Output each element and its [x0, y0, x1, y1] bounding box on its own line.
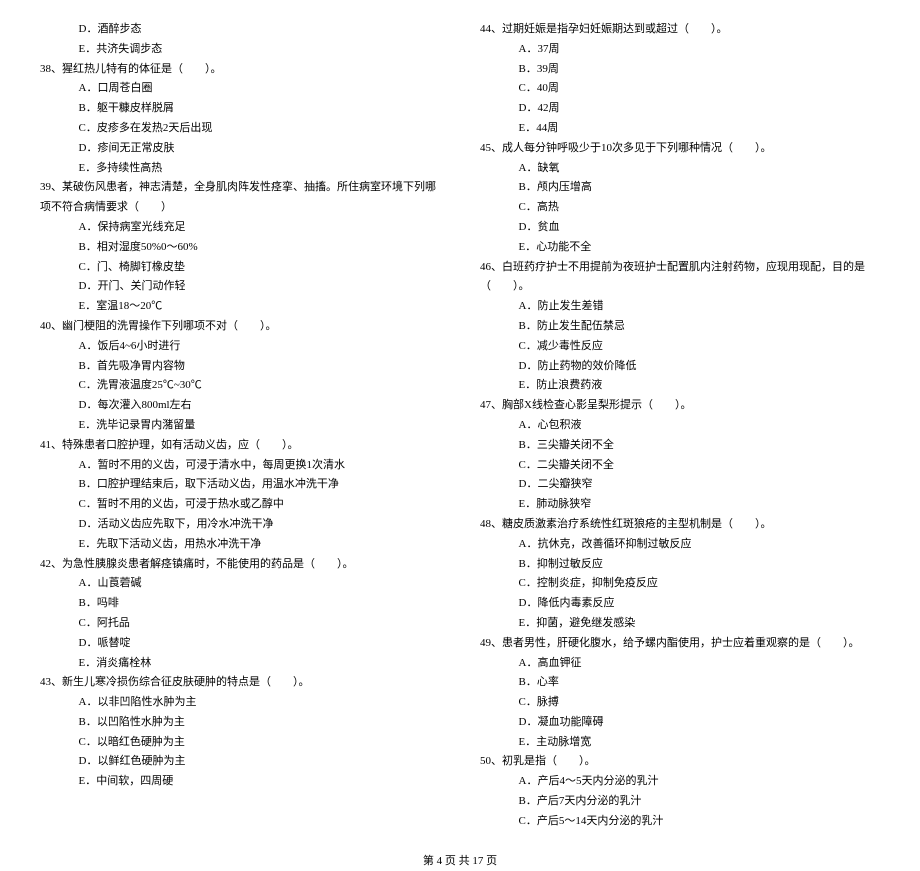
question-40: 40、幽门梗阻的洗胃操作下列哪项不对（ ）。 — [40, 317, 440, 337]
q45-opt-e: E．心功能不全 — [480, 238, 880, 258]
question-46: 46、白班药疗护士不用提前为夜班护士配置肌内注射药物，应现用现配，目的是（ ）。 — [480, 258, 880, 298]
q41-opt-d: D．活动义齿应先取下，用冷水冲洗干净 — [40, 515, 440, 535]
q39-opt-e: E．室温18～20℃ — [40, 297, 440, 317]
question-50: 50、初乳是指（ ）。 — [480, 752, 880, 772]
q50-opt-c: C．产后5～14天内分泌的乳汁 — [480, 812, 880, 832]
q50-opt-b: B．产后7天内分泌的乳汁 — [480, 792, 880, 812]
q46-opt-c: C．减少毒性反应 — [480, 337, 880, 357]
q40-opt-b: B．首先吸净胃内容物 — [40, 357, 440, 377]
q38-opt-e: E．多持续性高热 — [40, 159, 440, 179]
option-d: D．酒醉步态 — [40, 20, 440, 40]
question-38: 38、猩红热儿特有的体征是（ ）。 — [40, 60, 440, 80]
q47-opt-d: D．二尖瓣狭窄 — [480, 475, 880, 495]
question-45: 45、成人每分钟呼吸少于10次多见于下列哪种情况（ ）。 — [480, 139, 880, 159]
q47-opt-e: E．肺动脉狭窄 — [480, 495, 880, 515]
q47-opt-c: C．二尖瓣关闭不全 — [480, 456, 880, 476]
q42-opt-b: B．吗啡 — [40, 594, 440, 614]
q39-opt-b: B．相对湿度50%0～60% — [40, 238, 440, 258]
question-49: 49、患者男性，肝硬化腹水，给予螺内酯使用，护士应着重观察的是（ ）。 — [480, 634, 880, 654]
q44-opt-c: C．40周 — [480, 79, 880, 99]
q44-opt-b: B．39周 — [480, 60, 880, 80]
page-footer: 第 4 页 共 17 页 — [40, 852, 880, 871]
q43-opt-a: A．以非凹陷性水肿为主 — [40, 693, 440, 713]
question-48: 48、糖皮质激素治疗系统性红斑狼疮的主型机制是（ ）。 — [480, 515, 880, 535]
q47-opt-b: B．三尖瓣关闭不全 — [480, 436, 880, 456]
q44-opt-e: E．44周 — [480, 119, 880, 139]
q48-opt-c: C．控制炎症，抑制免疫反应 — [480, 574, 880, 594]
q39-opt-d: D．开门、关门动作轻 — [40, 277, 440, 297]
q38-opt-b: B．躯干糠皮样脱屑 — [40, 99, 440, 119]
q46-opt-a: A．防止发生差错 — [480, 297, 880, 317]
q40-opt-c: C．洗胃液温度25℃~30℃ — [40, 376, 440, 396]
q49-opt-c: C．脉搏 — [480, 693, 880, 713]
q42-opt-c: C．阿托品 — [40, 614, 440, 634]
q45-opt-c: C．高热 — [480, 198, 880, 218]
q48-opt-b: B．抑制过敏反应 — [480, 555, 880, 575]
q44-opt-d: D．42周 — [480, 99, 880, 119]
q39-opt-c: C．门、椅脚钉橡皮垫 — [40, 258, 440, 278]
q43-opt-b: B．以凹陷性水肿为主 — [40, 713, 440, 733]
question-47: 47、胸部X线检查心影呈梨形提示（ ）。 — [480, 396, 880, 416]
q46-opt-e: E．防止浪费药液 — [480, 376, 880, 396]
q42-opt-e: E．消炎痛栓林 — [40, 654, 440, 674]
q39-opt-a: A．保持病室光线充足 — [40, 218, 440, 238]
q42-opt-a: A．山莨菪碱 — [40, 574, 440, 594]
q40-opt-a: A．饭后4~6小时进行 — [40, 337, 440, 357]
q38-opt-d: D．疹间无正常皮肤 — [40, 139, 440, 159]
q49-opt-a: A．高血钾征 — [480, 654, 880, 674]
q43-opt-d: D．以鲜红色硬肿为主 — [40, 752, 440, 772]
q40-opt-d: D．每次灌入800ml左右 — [40, 396, 440, 416]
q48-opt-d: D．降低内毒素反应 — [480, 594, 880, 614]
question-44: 44、过期妊娠是指孕妇妊娠期达到或超过（ ）。 — [480, 20, 880, 40]
q45-opt-b: B．颅内压增高 — [480, 178, 880, 198]
q41-opt-e: E．先取下活动义齿，用热水冲洗干净 — [40, 535, 440, 555]
q42-opt-d: D．哌替啶 — [40, 634, 440, 654]
q50-opt-a: A．产后4～5天内分泌的乳汁 — [480, 772, 880, 792]
option-e: E．共济失调步态 — [40, 40, 440, 60]
q48-opt-a: A．抗休克，改善循环抑制过敏反应 — [480, 535, 880, 555]
q44-opt-a: A．37周 — [480, 40, 880, 60]
q43-opt-c: C．以暗红色硬肿为主 — [40, 733, 440, 753]
q49-opt-e: E．主动脉增宽 — [480, 733, 880, 753]
q45-opt-d: D．贫血 — [480, 218, 880, 238]
q41-opt-b: B．口腔护理结束后，取下活动义齿，用温水冲洗干净 — [40, 475, 440, 495]
question-42: 42、为急性胰腺炎患者解痉镇痛时，不能使用的药品是（ ）。 — [40, 555, 440, 575]
question-39: 39、某破伤风患者，神志清楚，全身肌肉阵发性痉挛、抽搐。所住病室环境下列哪项不符… — [40, 178, 440, 218]
q48-opt-e: E．抑菌，避免继发感染 — [480, 614, 880, 634]
q43-opt-e: E．中间软，四周硬 — [40, 772, 440, 792]
q38-opt-a: A．口周苍白圈 — [40, 79, 440, 99]
q49-opt-b: B．心率 — [480, 673, 880, 693]
q47-opt-a: A．心包积液 — [480, 416, 880, 436]
q45-opt-a: A．缺氧 — [480, 159, 880, 179]
q41-opt-a: A．暂时不用的义齿，可浸于清水中，每周更换1次清水 — [40, 456, 440, 476]
q46-opt-b: B．防止发生配伍禁忌 — [480, 317, 880, 337]
q46-opt-d: D．防止药物的效价降低 — [480, 357, 880, 377]
q41-opt-c: C．暂时不用的义齿，可浸于热水或乙醇中 — [40, 495, 440, 515]
question-41: 41、特殊患者口腔护理，如有活动义齿，应（ ）。 — [40, 436, 440, 456]
q49-opt-d: D．凝血功能障碍 — [480, 713, 880, 733]
q40-opt-e: E．洗毕记录胃内潴留量 — [40, 416, 440, 436]
question-43: 43、新生儿寒冷损伤综合征皮肤硬肿的特点是（ ）。 — [40, 673, 440, 693]
q38-opt-c: C．皮疹多在发热2天后出现 — [40, 119, 440, 139]
